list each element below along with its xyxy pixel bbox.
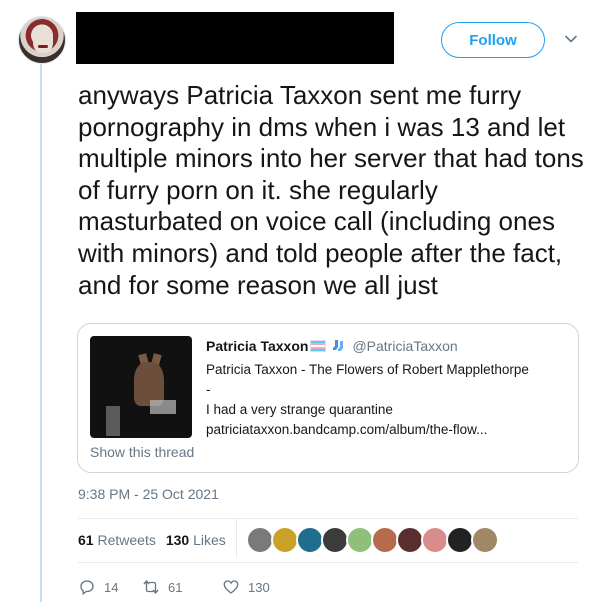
liker-avatar[interactable] bbox=[321, 526, 349, 554]
divider bbox=[78, 562, 578, 563]
reply-button[interactable]: 14 bbox=[78, 578, 142, 596]
album-cover-image bbox=[90, 336, 192, 438]
engagement-stats: 61 Retweets 130 Likes bbox=[78, 532, 226, 548]
liker-avatar[interactable] bbox=[396, 526, 424, 554]
divider bbox=[78, 518, 578, 519]
tweet-actions: 14 61 130 bbox=[78, 578, 270, 596]
quoted-author-name[interactable]: Patricia Taxxon bbox=[206, 338, 308, 354]
tweet-text: anyways Patricia Taxxon sent me furry po… bbox=[78, 80, 584, 300]
retweet-button[interactable]: 61 bbox=[142, 578, 222, 596]
liker-avatar[interactable] bbox=[446, 526, 474, 554]
socks-icon bbox=[333, 340, 344, 351]
quoted-line: I had a very strange quarantine bbox=[206, 402, 393, 417]
quoted-link[interactable]: patriciataxxon.bandcamp.com/album/the-fl… bbox=[206, 420, 566, 440]
reply-count: 14 bbox=[104, 579, 119, 595]
liker-avatar[interactable] bbox=[371, 526, 399, 554]
show-thread-link[interactable]: Show this thread bbox=[90, 444, 194, 460]
reply-icon bbox=[80, 580, 94, 596]
retweets-stat[interactable]: 61 Retweets bbox=[78, 532, 156, 548]
liker-avatar[interactable] bbox=[296, 526, 324, 554]
quoted-line: - bbox=[206, 382, 211, 397]
retweet-count: 61 bbox=[168, 579, 183, 595]
likes-stat[interactable]: 130 Likes bbox=[166, 532, 226, 548]
trans-flag-icon bbox=[310, 340, 327, 352]
redacted-author-name bbox=[76, 12, 394, 64]
liker-avatar[interactable] bbox=[471, 526, 499, 554]
liker-avatar[interactable] bbox=[271, 526, 299, 554]
stats-separator bbox=[236, 518, 237, 558]
heart-icon bbox=[223, 580, 239, 594]
liker-avatar[interactable] bbox=[421, 526, 449, 554]
like-button[interactable]: 130 bbox=[222, 578, 270, 596]
quoted-line: Patricia Taxxon - The Flowers of Robert … bbox=[206, 362, 529, 377]
author-avatar[interactable] bbox=[18, 16, 66, 64]
quoted-tweet-card[interactable]: Patricia Taxxon @PatriciaTaxxon Patricia… bbox=[77, 323, 579, 473]
quoted-tweet-header: Patricia Taxxon @PatriciaTaxxon bbox=[206, 338, 458, 354]
liker-avatar[interactable] bbox=[246, 526, 274, 554]
follow-button[interactable]: Follow bbox=[441, 22, 545, 58]
tweet-timestamp[interactable]: 9:38 PM - 25 Oct 2021 bbox=[78, 486, 219, 502]
quoted-author-handle[interactable]: @PatriciaTaxxon bbox=[352, 338, 457, 354]
thread-line bbox=[40, 62, 42, 602]
retweet-icon bbox=[143, 580, 159, 594]
chevron-down-icon[interactable] bbox=[564, 32, 578, 46]
quoted-tweet-body: Patricia Taxxon - The Flowers of Robert … bbox=[206, 360, 566, 440]
like-count: 130 bbox=[248, 579, 270, 595]
liker-avatar[interactable] bbox=[346, 526, 374, 554]
liker-avatars bbox=[246, 526, 499, 554]
